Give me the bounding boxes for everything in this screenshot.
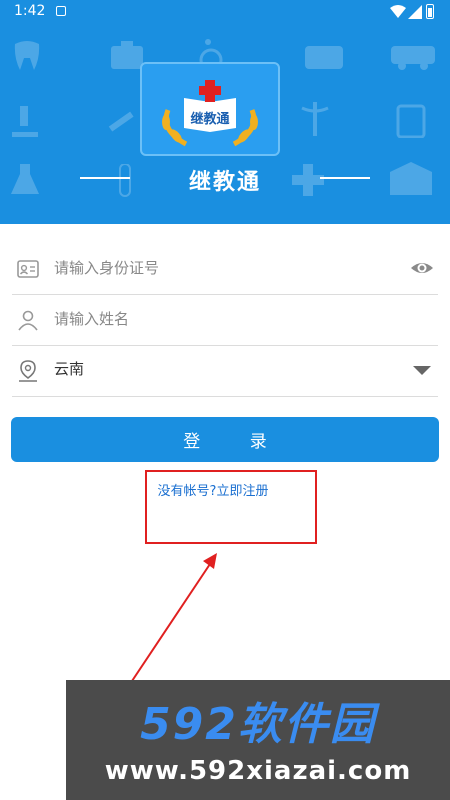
watermark-url: www.592xiazai.com: [104, 756, 412, 786]
watermark-banner: 592软件园 www.592xiazai.com: [66, 680, 450, 800]
watermark-brand: 592软件园: [140, 699, 376, 750]
